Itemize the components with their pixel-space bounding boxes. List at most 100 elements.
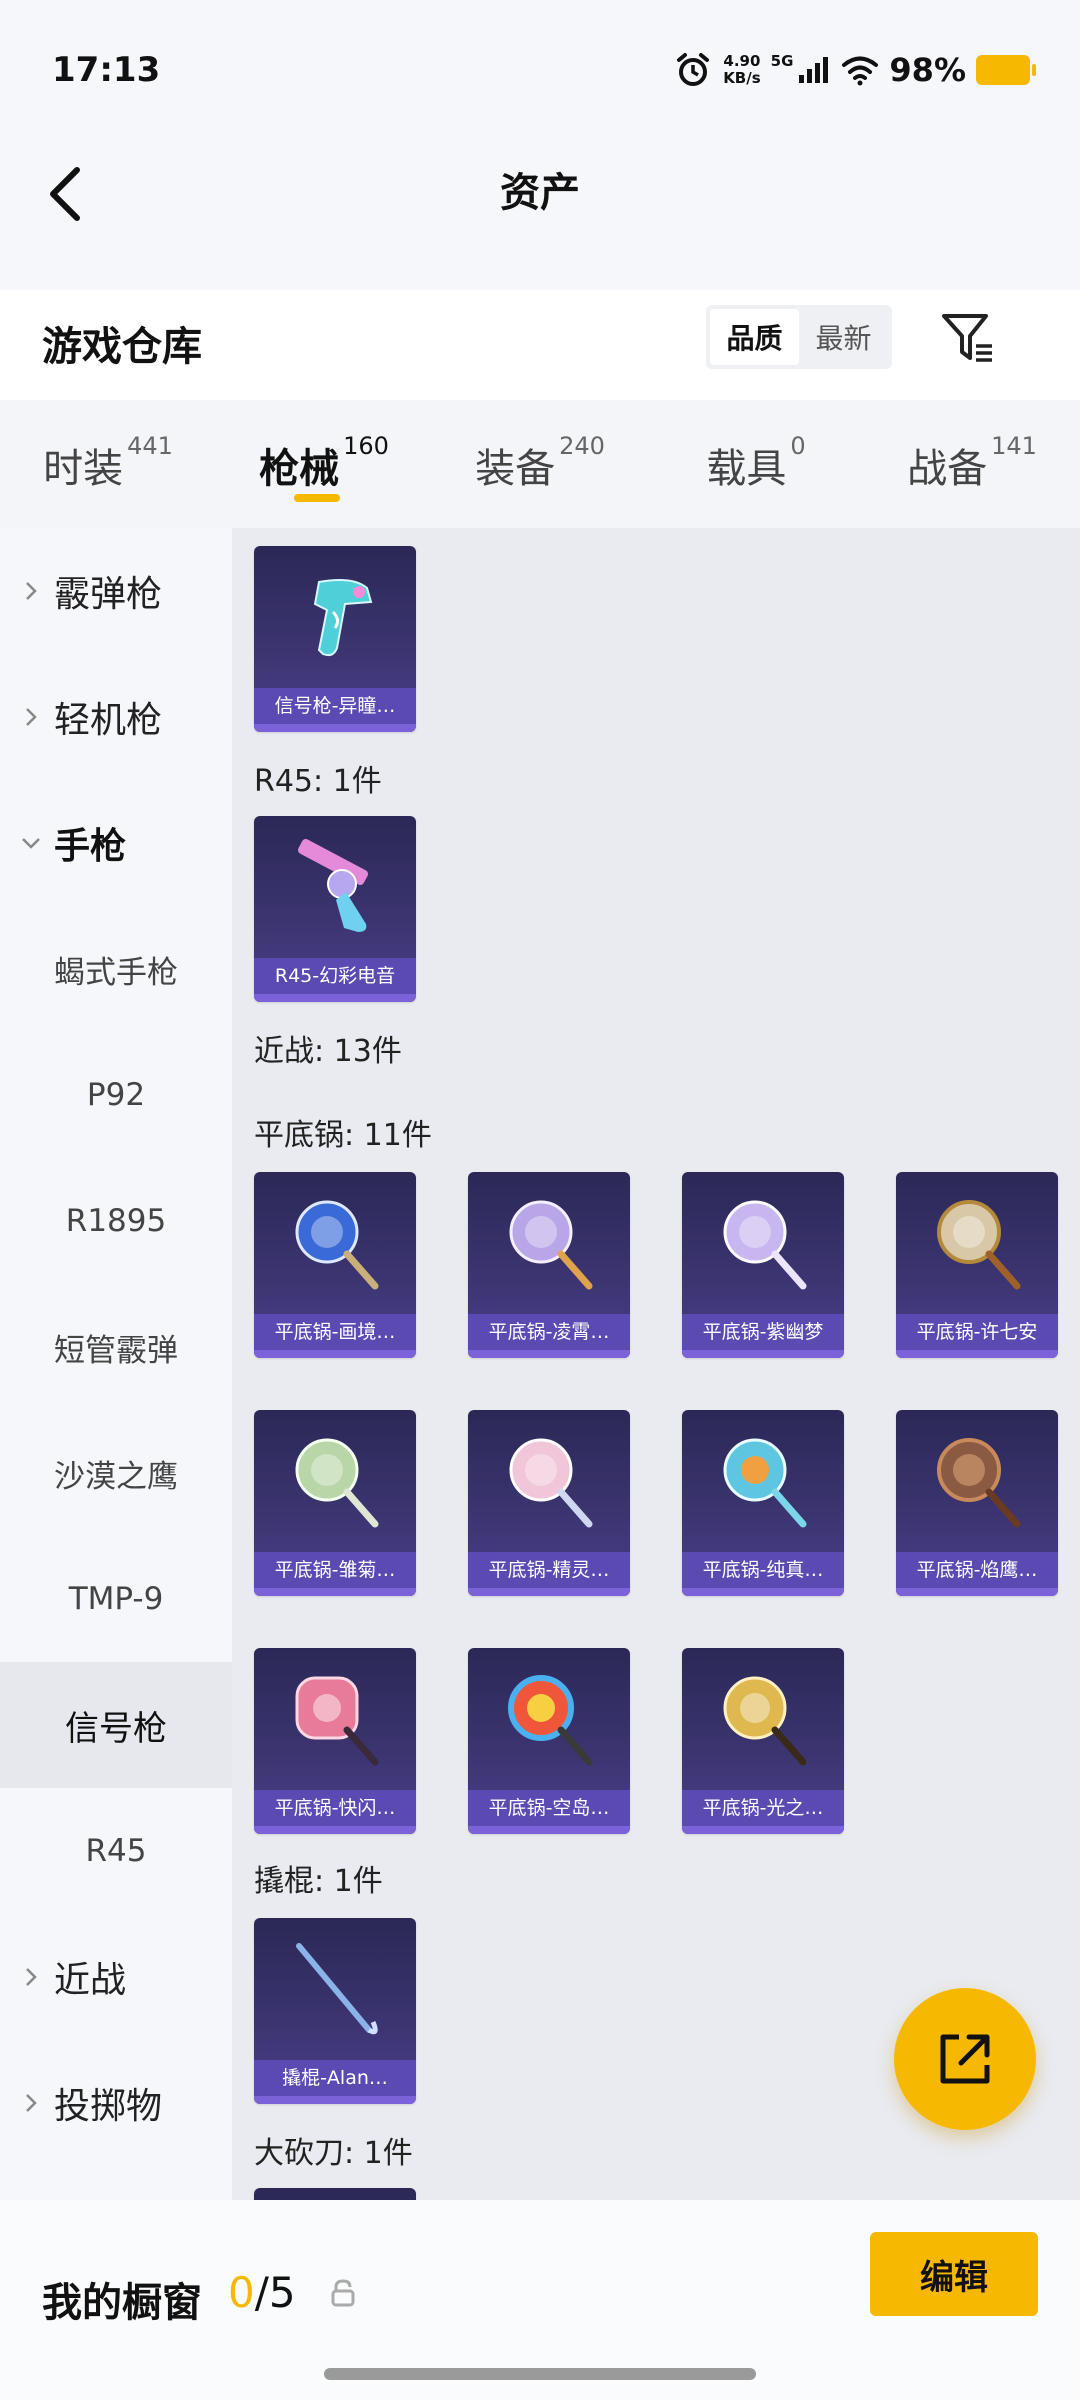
tab-label: 战备 bbox=[907, 446, 988, 492]
showcase-used: 0 bbox=[228, 2268, 255, 2317]
item-card[interactable]: 平底锅-精灵… bbox=[468, 1410, 630, 1596]
flare-gun-icon bbox=[313, 579, 373, 657]
filter-button[interactable] bbox=[938, 308, 998, 368]
rarity-strip bbox=[468, 1588, 630, 1596]
tab-count: 160 bbox=[343, 432, 389, 460]
item-card[interactable]: 平底锅-凌霄… bbox=[468, 1172, 630, 1358]
item-card[interactable]: 信号枪-异瞳… bbox=[254, 546, 416, 732]
item-card[interactable]: 平底锅-紫幽梦 bbox=[682, 1172, 844, 1358]
net-speed-value: 4.90 bbox=[723, 52, 761, 70]
tab-count: 141 bbox=[991, 432, 1037, 460]
status-bar: 17:13 4.90 KB/s 5G 98% bbox=[0, 0, 1080, 130]
chevron-right-icon bbox=[26, 708, 37, 726]
sidebar-label: 霰弹枪 bbox=[54, 574, 163, 615]
item-card[interactable]: 平底锅-焰鹰… bbox=[896, 1410, 1058, 1596]
item-art bbox=[682, 1172, 844, 1316]
net-speed: 4.90 KB/s bbox=[723, 53, 760, 87]
sidebar-item-sawed-off[interactable]: 短管霰弹 bbox=[0, 1284, 232, 1410]
item-card[interactable]: 平底锅-许七安 bbox=[896, 1172, 1058, 1358]
battery-percent: 98% bbox=[889, 51, 966, 89]
sidebar-label: 投掷物 bbox=[54, 2086, 163, 2127]
item-art bbox=[254, 1648, 416, 1792]
item-name: 平底锅-空岛… bbox=[468, 1790, 630, 1826]
share-button[interactable] bbox=[894, 1988, 1036, 2130]
sidebar-item-throwables[interactable]: 投掷物 bbox=[0, 2040, 232, 2166]
tab-vehicles[interactable]: 载具 0 bbox=[648, 400, 864, 528]
item-card[interactable]: R45-幻彩电音 bbox=[254, 816, 416, 1002]
sidebar-item-skorpion[interactable]: 蝎式手枪 bbox=[0, 906, 232, 1032]
alarm-icon bbox=[677, 53, 710, 86]
sidebar-item-pistol[interactable]: 手枪 bbox=[0, 780, 232, 906]
item-card[interactable] bbox=[254, 2188, 416, 2200]
tab-supplies[interactable]: 战备 141 bbox=[864, 400, 1080, 528]
sidebar-item-melee[interactable]: 近战 bbox=[0, 1914, 232, 2040]
item-card[interactable]: 平底锅-纯真… bbox=[682, 1410, 844, 1596]
item-card[interactable]: 平底锅-画境… bbox=[254, 1172, 416, 1358]
item-name: R45-幻彩电音 bbox=[254, 958, 416, 994]
sidebar-item-tmp9[interactable]: TMP-9 bbox=[0, 1536, 232, 1662]
signal-icon bbox=[799, 57, 829, 83]
pan-icon bbox=[295, 1676, 379, 1766]
page-title: 资产 bbox=[500, 170, 580, 216]
item-card[interactable]: 平底锅-雏菊… bbox=[254, 1410, 416, 1596]
share-icon bbox=[940, 2034, 990, 2084]
item-name: 平底锅-画境… bbox=[254, 1314, 416, 1350]
item-grid: 信号枪-异瞳… R45: 1件 R45-幻彩电音 近战: 13件 平底锅: 11… bbox=[232, 528, 1080, 2200]
rarity-strip bbox=[254, 1826, 416, 1834]
sidebar-item-lmg[interactable]: 轻机枪 bbox=[0, 654, 232, 780]
item-art bbox=[896, 1172, 1058, 1316]
status-time: 17:13 bbox=[52, 50, 161, 90]
home-indicator[interactable] bbox=[324, 2368, 756, 2380]
pan-icon bbox=[723, 1676, 807, 1766]
tab-active-indicator bbox=[294, 494, 340, 502]
sidebar-label: TMP-9 bbox=[68, 1581, 164, 1617]
filter-icon bbox=[942, 314, 992, 362]
item-card[interactable]: 平底锅-快闪… bbox=[254, 1648, 416, 1834]
showcase-total: /5 bbox=[254, 2268, 296, 2317]
pan-icon bbox=[508, 1675, 593, 1766]
chevron-right-icon bbox=[26, 1968, 37, 1986]
section-header: 大砍刀: 1件 bbox=[254, 2136, 413, 2171]
item-name: 平底锅-紫幽梦 bbox=[682, 1314, 844, 1350]
item-name: 平底锅-凌霄… bbox=[468, 1314, 630, 1350]
item-name: 撬棍-Alan… bbox=[254, 2060, 416, 2096]
tab-guns[interactable]: 枪械 160 bbox=[216, 400, 432, 528]
network-type: 5G bbox=[770, 52, 794, 70]
sidebar-label: 蝎式手枪 bbox=[54, 954, 178, 991]
sort-quality-button[interactable]: 品质 bbox=[710, 309, 799, 365]
item-card[interactable]: 平底锅-光之… bbox=[682, 1648, 844, 1834]
rarity-strip bbox=[896, 1350, 1058, 1358]
tab-label: 装备 bbox=[475, 446, 556, 492]
sidebar-item-deagle[interactable]: 沙漠之鹰 bbox=[0, 1410, 232, 1536]
rarity-strip bbox=[682, 1350, 844, 1358]
sidebar-item-shotgun[interactable]: 霰弹枪 bbox=[0, 528, 232, 654]
item-card[interactable]: 平底锅-空岛… bbox=[468, 1648, 630, 1834]
item-name: 平底锅-快闪… bbox=[254, 1790, 416, 1826]
rarity-strip bbox=[254, 724, 416, 732]
tab-fashion[interactable]: 时装 441 bbox=[0, 400, 216, 528]
sidebar-item-p92[interactable]: P92 bbox=[0, 1032, 232, 1158]
item-art bbox=[468, 1172, 630, 1316]
nav-bar: 资产 bbox=[0, 130, 1080, 260]
status-icons: 4.90 KB/s 5G 98% bbox=[673, 48, 1036, 92]
tab-equipment[interactable]: 装备 240 bbox=[432, 400, 648, 528]
sidebar-item-flare-gun[interactable]: 信号枪 bbox=[0, 1662, 232, 1788]
edit-button[interactable]: 编辑 bbox=[870, 2232, 1038, 2316]
item-card[interactable]: 撬棍-Alan… bbox=[254, 1918, 416, 2104]
tab-count: 0 bbox=[790, 432, 806, 460]
item-art bbox=[468, 1648, 630, 1792]
chevron-down-icon bbox=[22, 838, 40, 849]
sidebar-item-r45[interactable]: R45 bbox=[0, 1788, 232, 1914]
wifi-icon bbox=[842, 56, 879, 86]
pan-icon bbox=[937, 1438, 1021, 1528]
item-art bbox=[254, 546, 416, 690]
sidebar-label: 短管霰弹 bbox=[54, 1332, 178, 1369]
sort-newest-button[interactable]: 最新 bbox=[799, 309, 888, 365]
sidebar-label: 手枪 bbox=[54, 826, 127, 867]
section-header: 近战: 13件 bbox=[254, 1034, 402, 1069]
pan-icon bbox=[937, 1200, 1021, 1290]
tab-label: 载具 bbox=[706, 446, 787, 492]
sidebar-label: 信号枪 bbox=[65, 1708, 167, 1749]
sidebar-item-r1895[interactable]: R1895 bbox=[0, 1158, 232, 1284]
section-header: 撬棍: 1件 bbox=[254, 1864, 383, 1899]
